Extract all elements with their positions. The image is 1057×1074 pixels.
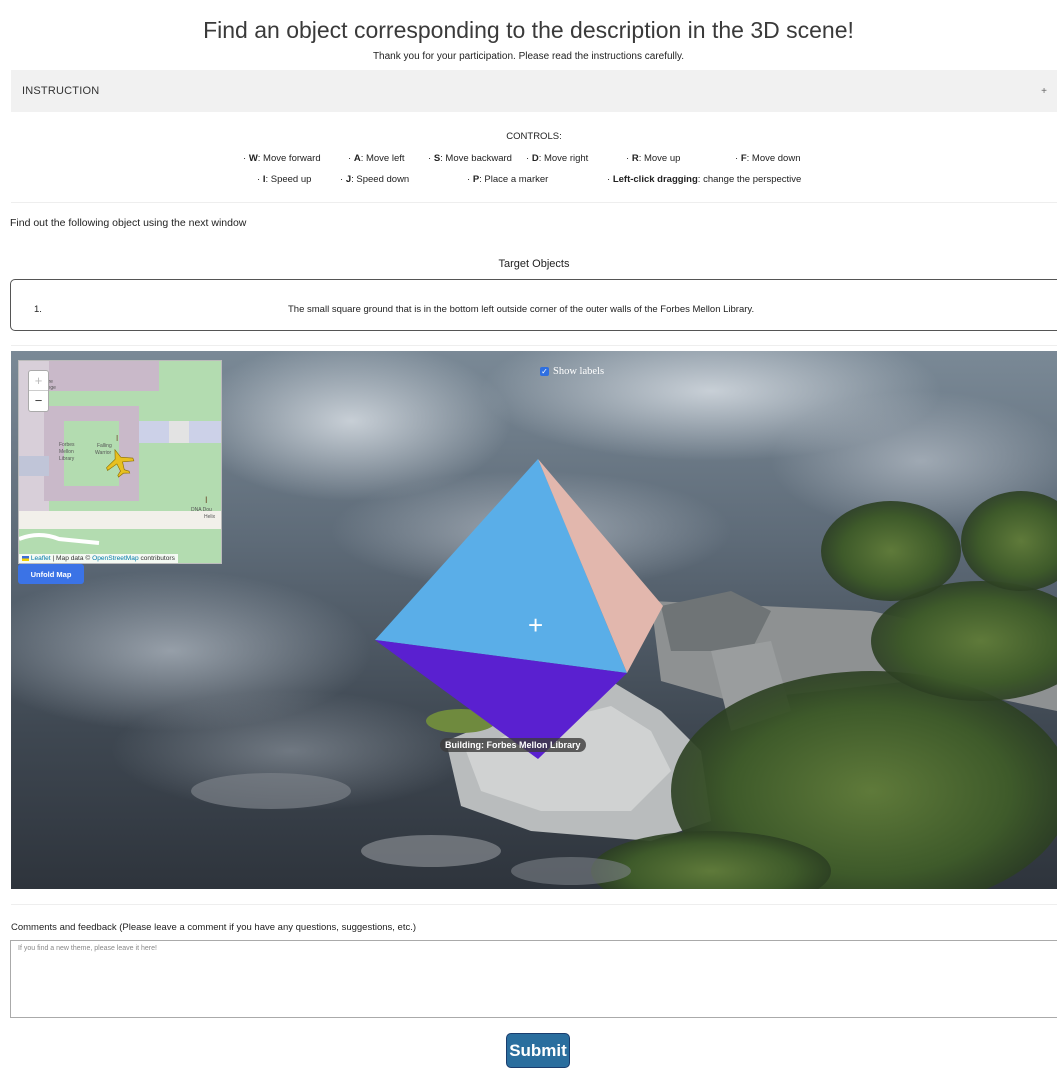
map-attribution: Leaflet | Map data © OpenStreetMap contr… <box>19 554 178 563</box>
control-desc: : Move forward <box>257 153 321 164</box>
checkbox-checked-icon[interactable]: ✓ <box>540 367 549 376</box>
control-key: W <box>248 153 258 164</box>
3d-viewer[interactable]: ✓ Show labels + Building: Forbes Mellon … <box>11 351 1057 889</box>
zoom-in-button[interactable]: + <box>29 371 48 391</box>
flag-icon <box>22 555 29 561</box>
control-desc: : Move left <box>360 153 405 164</box>
show-labels-toggle[interactable]: ✓ Show labels <box>540 366 604 377</box>
control-item: · S: Move backward <box>428 153 512 164</box>
target-list: 1. The small square ground that is in th… <box>10 279 1057 331</box>
control-item: · D: Move right <box>526 153 589 164</box>
control-desc: : Move down <box>746 153 801 164</box>
divider <box>11 345 1057 346</box>
control-desc: : Move backward <box>440 153 512 164</box>
minimap[interactable]: Clare College Forbes Mellon Library Fall… <box>18 360 222 564</box>
map-label-mellon: Mellon <box>59 449 74 455</box>
control-item: · W: Move forward <box>243 153 321 164</box>
control-item: · P: Place a marker <box>467 174 549 185</box>
map-label-falling: Falling <box>97 443 112 449</box>
control-key: Left-click dragging <box>612 174 698 185</box>
attribution-text: | Map data © <box>50 555 93 562</box>
leaflet-link[interactable]: Leaflet <box>31 555 51 562</box>
map-marker-icon: I <box>116 434 118 443</box>
control-item: · A: Move left <box>348 153 405 164</box>
target-number: 1. <box>34 304 42 315</box>
map-label-library: Library <box>59 456 75 462</box>
control-desc: : Speed up <box>265 174 312 185</box>
feedback-textarea[interactable] <box>10 940 1057 1018</box>
building-label: Building: Forbes Mellon Library <box>440 738 586 752</box>
control-item: · J: Speed down <box>340 174 410 185</box>
crosshair-icon: + <box>528 610 544 640</box>
control-desc: : Move right <box>538 153 589 164</box>
control-desc: : Place a marker <box>479 174 549 185</box>
control-desc: : Move up <box>638 153 681 164</box>
show-labels-text: Show labels <box>553 366 605 377</box>
control-item: · F: Move down <box>735 153 801 164</box>
control-desc: : change the perspective <box>697 174 802 185</box>
instruction-label: INSTRUCTION <box>22 85 100 97</box>
feedback-label: Comments and feedback (Please leave a co… <box>11 922 417 933</box>
map-label-warrior: Warrior <box>95 450 112 456</box>
map-monument-icon: I <box>205 495 208 505</box>
control-key: R <box>631 153 639 164</box>
instruction-accordion[interactable]: INSTRUCTION + <box>11 70 1057 112</box>
osm-link[interactable]: OpenStreetMap <box>92 555 139 562</box>
minimap-tiles: Clare College Forbes Mellon Library Fall… <box>19 361 221 563</box>
control-desc: : Speed down <box>351 174 410 185</box>
expand-icon[interactable]: + <box>1041 86 1047 97</box>
unfold-map-button[interactable]: Unfold Map <box>18 564 84 584</box>
map-zoom-control: + − <box>28 370 49 412</box>
control-key: A <box>353 153 361 164</box>
map-label-helix: Helix <box>204 514 216 520</box>
page-header: Find an object corresponding to the desc… <box>0 0 1057 62</box>
page-subtitle: Thank you for your participation. Please… <box>372 51 685 62</box>
map-label-dna: DNA Dou <box>191 507 212 513</box>
control-item: · R: Move up <box>626 153 681 164</box>
control-item: · I: Speed up <box>257 174 312 185</box>
map-label-forbes: Forbes <box>59 442 75 448</box>
target-heading: Target Objects <box>498 258 570 270</box>
control-key: D <box>531 153 539 164</box>
attribution-contrib: contributors <box>138 555 175 562</box>
find-instruction: Find out the following object using the … <box>10 217 247 229</box>
divider <box>11 904 1057 905</box>
zoom-out-button[interactable]: − <box>29 391 48 410</box>
page-title: Find an object corresponding to the desc… <box>203 17 854 43</box>
controls-panel: CONTROLS: · W: Move forward · A: Move le… <box>11 112 1057 203</box>
target-description: The small square ground that is in the b… <box>288 304 755 315</box>
controls-heading: CONTROLS: <box>506 131 562 142</box>
submit-button[interactable]: Submit <box>506 1033 570 1068</box>
control-item: · Left-click dragging: change the perspe… <box>607 174 802 185</box>
